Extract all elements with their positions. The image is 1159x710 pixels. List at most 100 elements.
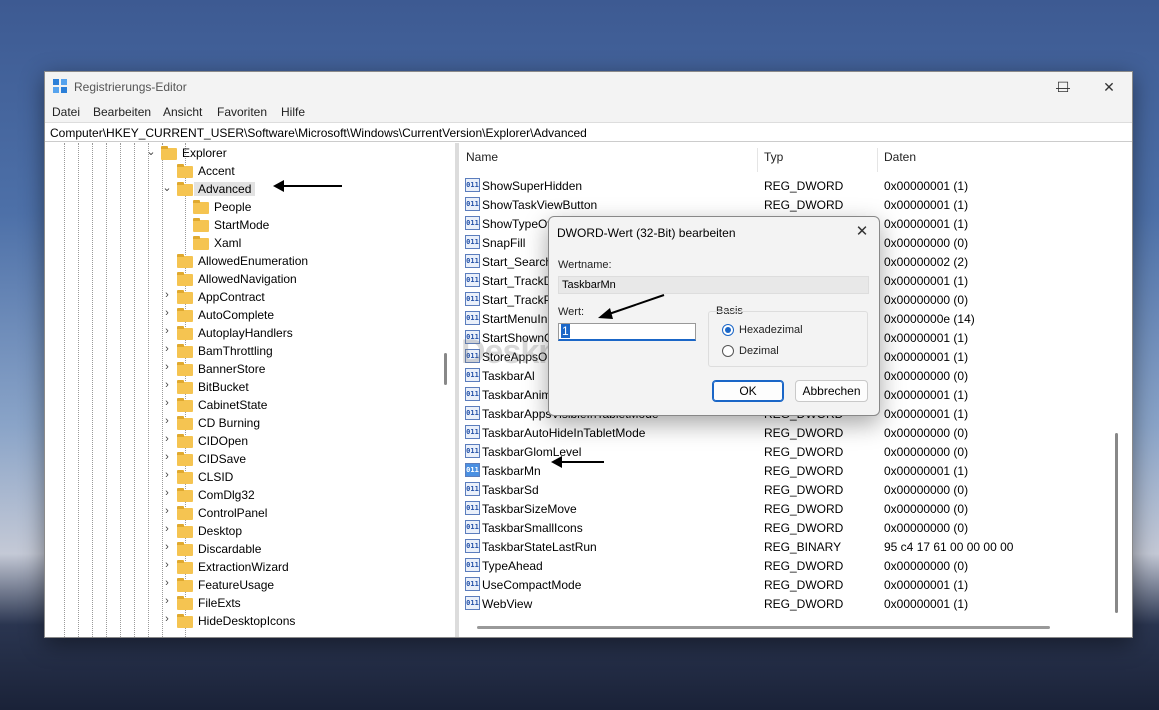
chevron-right-icon[interactable]: ›	[161, 343, 173, 355]
radio-hexadecimal-label[interactable]: Hexadezimal	[739, 324, 803, 336]
radio-hexadecimal[interactable]	[722, 324, 734, 336]
table-row[interactable]: 011 UseCompactMode REG_DWORD 0x00000001 (1)	[459, 575, 1114, 594]
chevron-right-icon[interactable]: ›	[161, 361, 173, 373]
menu-bearbeiten[interactable]: Bearbeiten	[93, 105, 151, 119]
close-button[interactable]: ✕	[1086, 72, 1132, 102]
cancel-button[interactable]: Abbrechen	[795, 380, 868, 402]
menu-datei[interactable]: Datei	[52, 105, 80, 119]
table-row[interactable]: 011 ShowTaskViewButton REG_DWORD 0x00000001…	[459, 195, 1114, 214]
dialog-close-button[interactable]: ✕	[847, 219, 877, 245]
folder-icon	[177, 524, 193, 538]
tree-node-label: BannerStore	[198, 362, 266, 376]
tree-node-label: Desktop	[198, 524, 243, 538]
list-horizontal-scroll-thumb[interactable]	[477, 626, 1050, 629]
dword-value-icon: 011	[465, 406, 480, 420]
value-type: REG_DWORD	[764, 521, 844, 535]
chevron-right-icon[interactable]: ›	[161, 613, 173, 625]
table-row[interactable]: 011 WebView REG_DWORD 0x00000001 (1)	[459, 594, 1114, 613]
value-name-label: Wertname:	[558, 259, 612, 271]
tree-guide	[64, 143, 65, 637]
column-header-name[interactable]: Name	[466, 150, 498, 170]
chevron-right-icon[interactable]: ›	[161, 415, 173, 427]
value-data: 0x00000000 (0)	[884, 559, 969, 573]
address-path[interactable]: Computer\HKEY_CURRENT_USER\Software\Micr…	[50, 126, 587, 140]
folder-icon	[177, 164, 193, 178]
dword-value-icon: 011	[465, 577, 480, 591]
tree-node-label: Accent	[198, 164, 235, 178]
menu-ansicht[interactable]: Ansicht	[163, 105, 202, 119]
value-type: REG_BINARY	[764, 540, 842, 554]
value-name: TaskbarMn	[482, 464, 541, 478]
value-data-input[interactable]: 1	[558, 323, 696, 341]
tree-node-label: Advanced	[194, 182, 256, 196]
value-name: TaskbarSizeMove	[482, 502, 577, 516]
base-group	[708, 311, 868, 367]
chevron-right-icon[interactable]: ›	[161, 541, 173, 553]
chevron-right-icon[interactable]: ›	[161, 289, 173, 301]
chevron-down-icon[interactable]: ⌄	[145, 145, 157, 158]
value-data: 0x00000000 (0)	[884, 521, 969, 535]
dword-value-icon: 011	[465, 520, 480, 534]
chevron-right-icon[interactable]: ›	[161, 559, 173, 571]
value-data: 0x00000001 (1)	[884, 274, 969, 288]
radio-decimal-label[interactable]: Dezimal	[739, 345, 779, 357]
chevron-right-icon[interactable]: ›	[161, 523, 173, 535]
value-data: 0x00000002 (2)	[884, 255, 969, 269]
tree-node-label: BitBucket	[198, 380, 249, 394]
value-type: REG_DWORD	[764, 445, 844, 459]
table-row[interactable]: 011 TaskbarSd REG_DWORD 0x00000000 (0)	[459, 480, 1114, 499]
close-icon: ✕	[855, 223, 869, 240]
tree-node-label: StartMode	[214, 218, 270, 232]
chevron-right-icon[interactable]: ›	[161, 469, 173, 481]
table-row[interactable]: 011 TaskbarSmallIcons REG_DWORD 0x00000000 …	[459, 518, 1114, 537]
key-tree[interactable]: ⌄ Explorer Accent ⌄ Advanced People Star…	[45, 143, 437, 637]
dword-value-icon: 011	[465, 425, 480, 439]
value-name: TypeAhead	[482, 559, 543, 573]
table-row[interactable]: 011 ShowSuperHidden REG_DWORD 0x00000001 (1…	[459, 176, 1114, 195]
maximize-button[interactable]: ☐	[1040, 72, 1086, 102]
title-bar[interactable]: Registrierungs-Editor —	[45, 72, 1132, 102]
column-header-data[interactable]: Daten	[884, 150, 916, 170]
ok-button[interactable]: OK	[712, 380, 784, 402]
chevron-down-icon[interactable]: ⌄	[161, 181, 173, 194]
tree-scroll-thumb[interactable]	[444, 353, 447, 385]
chevron-right-icon[interactable]: ›	[161, 397, 173, 409]
folder-icon	[177, 290, 193, 304]
dword-value-icon: 011	[465, 235, 480, 249]
annotation-arrow-value	[598, 294, 665, 319]
chevron-right-icon[interactable]: ›	[161, 595, 173, 607]
value-name: TaskbarStateLastRun	[482, 540, 597, 554]
tree-node-label: Explorer	[182, 146, 227, 160]
value-name: TaskbarSd	[482, 483, 539, 497]
tree-guide	[92, 143, 93, 637]
folder-icon	[177, 506, 193, 520]
chevron-right-icon[interactable]: ›	[161, 307, 173, 319]
menu-hilfe[interactable]: Hilfe	[281, 105, 305, 119]
list-vertical-scroll-thumb[interactable]	[1115, 433, 1118, 613]
table-row[interactable]: 011 TaskbarAutoHideInTabletMode REG_DWORD 0…	[459, 423, 1114, 442]
table-row[interactable]: 011 TaskbarStateLastRun REG_BINARY 95 c4 17…	[459, 537, 1114, 556]
chevron-right-icon[interactable]: ›	[161, 451, 173, 463]
chevron-right-icon[interactable]: ›	[161, 487, 173, 499]
tree-node-label: CD Burning	[198, 416, 261, 430]
table-row[interactable]: 011 TypeAhead REG_DWORD 0x00000000 (0)	[459, 556, 1114, 575]
chevron-right-icon[interactable]: ›	[161, 433, 173, 445]
tree-node-label: CIDSave	[198, 452, 247, 466]
tree-scrollbar[interactable]	[437, 143, 455, 637]
chevron-right-icon[interactable]: ›	[161, 505, 173, 517]
dword-value-icon: 011	[465, 596, 480, 610]
value-data: 95 c4 17 61 00 00 00 00	[884, 540, 1014, 554]
table-row[interactable]: 011 TaskbarSizeMove REG_DWORD 0x00000000 (0…	[459, 499, 1114, 518]
radio-decimal[interactable]	[722, 345, 734, 357]
dword-value-icon: 011	[465, 292, 480, 306]
value-data: 0x00000000 (0)	[884, 445, 969, 459]
address-bar[interactable]: Computer\HKEY_CURRENT_USER\Software\Micr…	[45, 122, 1132, 142]
chevron-right-icon[interactable]: ›	[161, 325, 173, 337]
menu-favoriten[interactable]: Favoriten	[217, 105, 267, 119]
column-header-type[interactable]: Typ	[764, 150, 783, 170]
chevron-right-icon[interactable]: ›	[161, 379, 173, 391]
tree-node-label: BamThrottling	[198, 344, 273, 358]
column-divider[interactable]	[877, 148, 878, 172]
column-divider[interactable]	[757, 148, 758, 172]
chevron-right-icon[interactable]: ›	[161, 577, 173, 589]
